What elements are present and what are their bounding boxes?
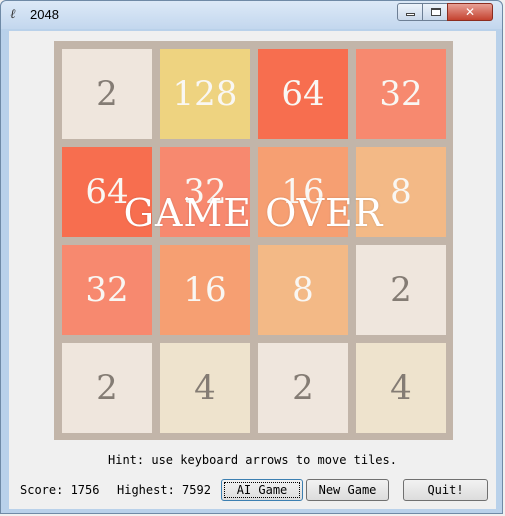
game-board: 2 128 64 32 64 32 16 8 32 16 8 2 2 4 2 4 GAME OVER: [54, 41, 453, 440]
game-over-text: GAME OVER: [123, 191, 384, 235]
quit-button[interactable]: Quit!: [403, 479, 488, 501]
maximize-icon: [423, 4, 447, 20]
game-over-overlay: [54, 41, 453, 440]
window-title: 2048: [30, 7, 59, 22]
title-bar[interactable]: ℓ 2048 ✕: [1, 1, 502, 29]
minimize-icon: [398, 4, 422, 20]
maximize-button[interactable]: [422, 3, 448, 21]
score-label: Score: 1756: [20, 483, 100, 497]
close-icon: ✕: [464, 5, 476, 19]
app-window: ℓ 2048 ✕ 2 128 64 32 64 32 16 8 32 16 8 2 2 4 2 4 GAME …: [0, 0, 503, 514]
highest-score-label: Highest: 7592: [117, 483, 211, 497]
minimize-button[interactable]: [397, 3, 423, 21]
client-area: 2 128 64 32 64 32 16 8 32 16 8 2 2 4 2 4 GAME OVER Hint…: [9, 31, 496, 509]
ai-game-button[interactable]: AI Game: [221, 479, 303, 501]
hint-text: Hint: use keyboard arrows to move tiles.: [108, 453, 397, 467]
feather-icon: ℓ: [10, 7, 16, 22]
close-button[interactable]: ✕: [447, 3, 493, 21]
new-game-button[interactable]: New Game: [306, 479, 389, 501]
